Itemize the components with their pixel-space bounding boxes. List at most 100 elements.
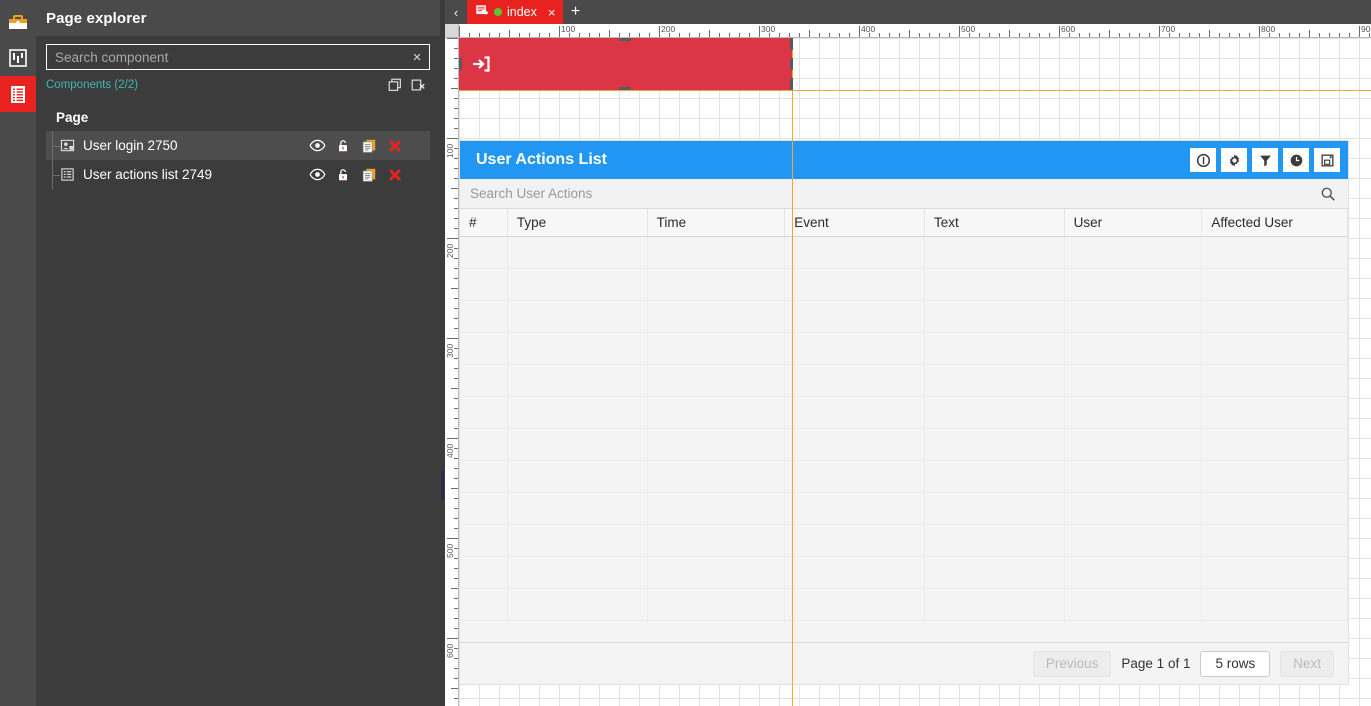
expand-all-icon[interactable] bbox=[387, 77, 403, 93]
table-cell bbox=[785, 397, 925, 428]
ruler-tick bbox=[1179, 33, 1180, 37]
horizontal-ruler-track[interactable]: 100200300400500600700800900 bbox=[459, 24, 1371, 37]
table-column-header[interactable]: Time bbox=[648, 209, 786, 236]
tree-item-user-actions-list[interactable]: User actions list 2749 bbox=[46, 160, 430, 189]
rail-item-structure[interactable] bbox=[0, 40, 36, 76]
search-component-field[interactable]: × bbox=[46, 44, 430, 70]
delete-icon[interactable] bbox=[382, 164, 408, 186]
table-column-header[interactable]: # bbox=[460, 209, 508, 236]
clock-icon[interactable] bbox=[1283, 148, 1309, 172]
resize-handle-right[interactable] bbox=[790, 58, 793, 70]
visibility-icon[interactable] bbox=[304, 164, 330, 186]
user-actions-table-body[interactable] bbox=[460, 237, 1348, 642]
user-actions-list-widget[interactable]: User Actions List Search User Actions # … bbox=[459, 140, 1349, 685]
ruler-tick bbox=[451, 688, 458, 689]
table-column-header[interactable]: Event bbox=[785, 209, 925, 236]
table-row[interactable] bbox=[460, 429, 1348, 461]
table-column-header[interactable]: Text bbox=[925, 209, 1065, 236]
collapse-panel-icon[interactable]: ‹ bbox=[445, 0, 467, 24]
design-canvas[interactable]: User Actions List Search User Actions # … bbox=[459, 38, 1371, 706]
canvas-area: ‹ index × + 100 200 300 400 500 600 700 … bbox=[445, 0, 1371, 706]
ruler-tick bbox=[1329, 33, 1330, 37]
table-cell bbox=[925, 429, 1065, 460]
gear-icon[interactable] bbox=[1221, 148, 1247, 172]
clear-search-icon[interactable]: × bbox=[405, 45, 429, 69]
table-row[interactable] bbox=[460, 589, 1348, 621]
user-login-widget[interactable] bbox=[459, 38, 792, 90]
ruler-tick bbox=[454, 248, 458, 249]
ruler-tick bbox=[454, 158, 458, 159]
table-cell bbox=[785, 525, 925, 556]
table-row[interactable] bbox=[460, 269, 1348, 301]
table-cell bbox=[648, 557, 786, 588]
add-tab-icon[interactable]: + bbox=[563, 0, 587, 24]
table-cell bbox=[1065, 269, 1203, 300]
table-cell bbox=[648, 301, 786, 332]
table-cell bbox=[648, 525, 786, 556]
vertical-ruler[interactable]: 100 200 300 400 500 600 bbox=[445, 38, 459, 706]
close-icon[interactable]: × bbox=[542, 5, 558, 20]
table-cell bbox=[460, 589, 508, 620]
rail-item-toolbox[interactable] bbox=[0, 4, 36, 40]
table-row[interactable] bbox=[460, 461, 1348, 493]
ruler-tick bbox=[454, 428, 458, 429]
table-cell bbox=[1065, 429, 1203, 460]
user-actions-search-input[interactable] bbox=[460, 186, 1308, 201]
table-column-header[interactable]: User bbox=[1065, 209, 1203, 236]
previous-page-button[interactable]: Previous bbox=[1032, 650, 1112, 677]
ruler-tick bbox=[454, 308, 458, 309]
duplicate-icon[interactable] bbox=[356, 164, 382, 186]
ruler-tick bbox=[1129, 33, 1130, 37]
search-input[interactable] bbox=[47, 45, 405, 69]
vertical-guide[interactable] bbox=[792, 38, 793, 706]
lock-icon[interactable] bbox=[330, 164, 356, 186]
search-icon[interactable] bbox=[1308, 179, 1348, 209]
duplicate-icon[interactable] bbox=[356, 135, 382, 157]
tree-item-user-login[interactable]: User login 2750 bbox=[46, 131, 430, 160]
table-row[interactable] bbox=[460, 525, 1348, 557]
pause-icon[interactable] bbox=[1190, 148, 1216, 172]
ruler-tick bbox=[451, 288, 458, 289]
table-row[interactable] bbox=[460, 557, 1348, 589]
ruler-label: 700 bbox=[1161, 24, 1176, 34]
rail-item-page-explorer[interactable] bbox=[0, 76, 36, 112]
export-icon[interactable] bbox=[1314, 148, 1340, 172]
tab-modified-dot bbox=[494, 8, 502, 16]
collapse-all-icon[interactable] bbox=[410, 77, 426, 93]
horizontal-guide[interactable] bbox=[459, 90, 1371, 91]
tree-item-label: User login 2750 bbox=[83, 138, 178, 153]
user-actions-search-row[interactable] bbox=[460, 179, 1348, 209]
visibility-icon[interactable] bbox=[304, 135, 330, 157]
resize-handle-right-top[interactable] bbox=[790, 38, 793, 50]
filter-icon[interactable] bbox=[1252, 148, 1278, 172]
lock-icon[interactable] bbox=[330, 135, 356, 157]
ruler-tick bbox=[699, 33, 700, 37]
horizontal-ruler[interactable]: 100200300400500600700800900 bbox=[445, 24, 1371, 38]
table-row[interactable] bbox=[460, 365, 1348, 397]
ruler-tick bbox=[749, 33, 750, 37]
table-column-header[interactable]: Affected User bbox=[1202, 209, 1349, 236]
table-row[interactable] bbox=[460, 333, 1348, 365]
table-cell bbox=[925, 589, 1065, 620]
ruler-label: 800 bbox=[1261, 24, 1276, 34]
table-cell bbox=[460, 397, 508, 428]
structure-icon bbox=[7, 47, 29, 69]
table-column-header[interactable]: Type bbox=[508, 209, 648, 236]
table-row[interactable] bbox=[460, 237, 1348, 269]
table-row[interactable] bbox=[460, 301, 1348, 333]
rows-per-page-select[interactable]: 5 rows bbox=[1200, 650, 1271, 677]
table-cell bbox=[925, 557, 1065, 588]
resize-handle-bottom[interactable] bbox=[619, 87, 631, 90]
resize-handle-left[interactable] bbox=[459, 58, 462, 70]
next-page-button[interactable]: Next bbox=[1280, 650, 1334, 677]
table-row[interactable] bbox=[460, 397, 1348, 429]
resize-handle-right-bottom[interactable] bbox=[790, 78, 793, 90]
resize-handle-top[interactable] bbox=[619, 38, 631, 41]
tab-index[interactable]: index × bbox=[467, 0, 564, 24]
splitter-grip[interactable] bbox=[441, 470, 444, 500]
delete-icon[interactable] bbox=[382, 135, 408, 157]
ruler-tick bbox=[447, 638, 458, 639]
ruler-corner bbox=[445, 24, 459, 37]
table-row[interactable] bbox=[460, 493, 1348, 525]
ruler-tick bbox=[929, 33, 930, 37]
